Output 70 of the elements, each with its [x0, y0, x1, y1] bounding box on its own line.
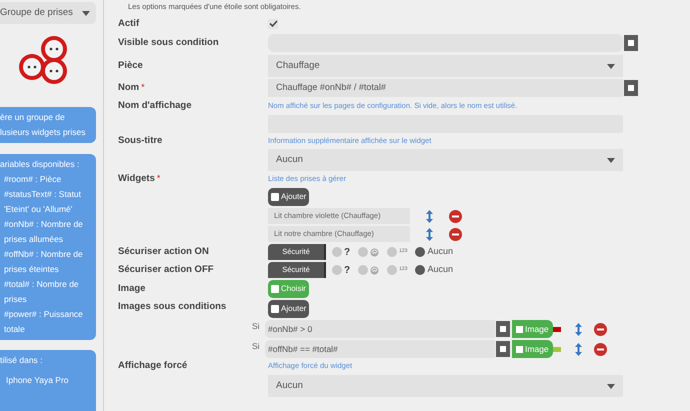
required-mark-text: *	[156, 172, 160, 184]
radio-button[interactable]	[415, 265, 426, 275]
fingerprint-icon	[370, 248, 380, 256]
question-mark: ?	[344, 246, 350, 260]
field-label: Sécuriser action OFF	[118, 263, 214, 277]
variable-text: #power# : Puissance totale	[3, 308, 84, 336]
field-label: Sous-titre	[118, 134, 162, 148]
variable-text: #total# : Nombre de prises	[3, 278, 80, 306]
name-field[interactable]: Chauffage #onNb# / #total#	[268, 79, 623, 97]
variable-text: #offNb# : Nombre de prises éteintes	[3, 248, 84, 276]
caret-icon	[607, 64, 615, 68]
description-text: lusieurs widgets prises	[0, 126, 87, 139]
fingerprint-icon	[370, 266, 380, 274]
condition-field[interactable]: #onNb# > 0	[265, 320, 495, 338]
required-mark-text: *	[141, 81, 145, 93]
variable-text: #statusText# : Statut 'Eteint' ou 'Allumé'	[3, 188, 82, 216]
type-select[interactable]: Groupe de prises	[0, 2, 96, 24]
checkbox[interactable]	[268, 18, 278, 28]
field-label: Widgets	[118, 172, 155, 186]
field-label: Image	[118, 282, 146, 296]
radio-button[interactable]	[332, 247, 342, 257]
field-label: Pièce	[118, 59, 143, 73]
radio-button[interactable]	[358, 247, 368, 257]
field-label: Visible sous condition	[118, 36, 219, 50]
reorder-icon[interactable]	[574, 342, 582, 356]
variables-title: ariables disponibles :	[0, 158, 80, 171]
radio-button[interactable]	[358, 265, 368, 275]
select-field[interactable]: Aucun	[268, 149, 623, 171]
reorder-icon[interactable]	[426, 210, 433, 222]
insert-button[interactable]	[496, 341, 510, 357]
caret-icon	[607, 158, 615, 162]
insert-button[interactable]	[624, 80, 638, 96]
field-label: Affichage forcé	[118, 359, 188, 373]
remove-icon[interactable]	[594, 342, 607, 356]
remove-icon[interactable]	[594, 322, 607, 336]
radio-button[interactable]	[415, 247, 426, 257]
field-label: Images sous conditions	[118, 300, 226, 314]
select-field[interactable]: Aucun	[268, 375, 623, 397]
condition-field[interactable]	[268, 34, 623, 52]
color-swatch[interactable]	[552, 346, 561, 352]
add-button[interactable]: Ajouter	[268, 188, 310, 206]
color-swatch[interactable]	[552, 326, 561, 332]
radio-button[interactable]	[387, 265, 398, 275]
if-label: Si	[252, 340, 261, 353]
option-label: Aucun	[427, 263, 453, 276]
variable-text: #room# : Pièce	[3, 173, 62, 186]
radio-button[interactable]	[387, 247, 398, 257]
field-label: Actif	[118, 16, 140, 30]
remove-icon[interactable]	[449, 228, 462, 240]
description-text: ère un groupe de	[0, 111, 66, 124]
question-mark: ?	[344, 264, 350, 278]
insert-button[interactable]	[496, 321, 510, 337]
add-button[interactable]: Ajouter	[268, 300, 310, 318]
used-in-title: tilisé dans :	[0, 354, 44, 367]
if-label: Si	[252, 320, 261, 333]
radio-button[interactable]	[332, 265, 342, 275]
reorder-icon[interactable]	[574, 322, 582, 336]
caret-icon	[82, 10, 90, 16]
caret-icon	[607, 384, 615, 388]
remove-icon[interactable]	[449, 210, 462, 222]
list-button[interactable]	[624, 35, 638, 51]
field-label: Sécuriser action ON	[118, 245, 209, 259]
option-label: Aucun	[427, 245, 453, 258]
condition-field[interactable]: #offNb# == #total#	[265, 340, 495, 358]
variable-text: #onNb# : Nombre de prises allumées	[3, 218, 84, 246]
reorder-icon[interactable]	[426, 228, 433, 240]
used-in-item[interactable]: Iphone Yaya Pro	[0, 373, 96, 388]
field-label: Nom d'affichage	[118, 99, 192, 113]
select-field[interactable]: Chauffage	[268, 55, 623, 77]
field-label: Nom	[118, 81, 140, 95]
